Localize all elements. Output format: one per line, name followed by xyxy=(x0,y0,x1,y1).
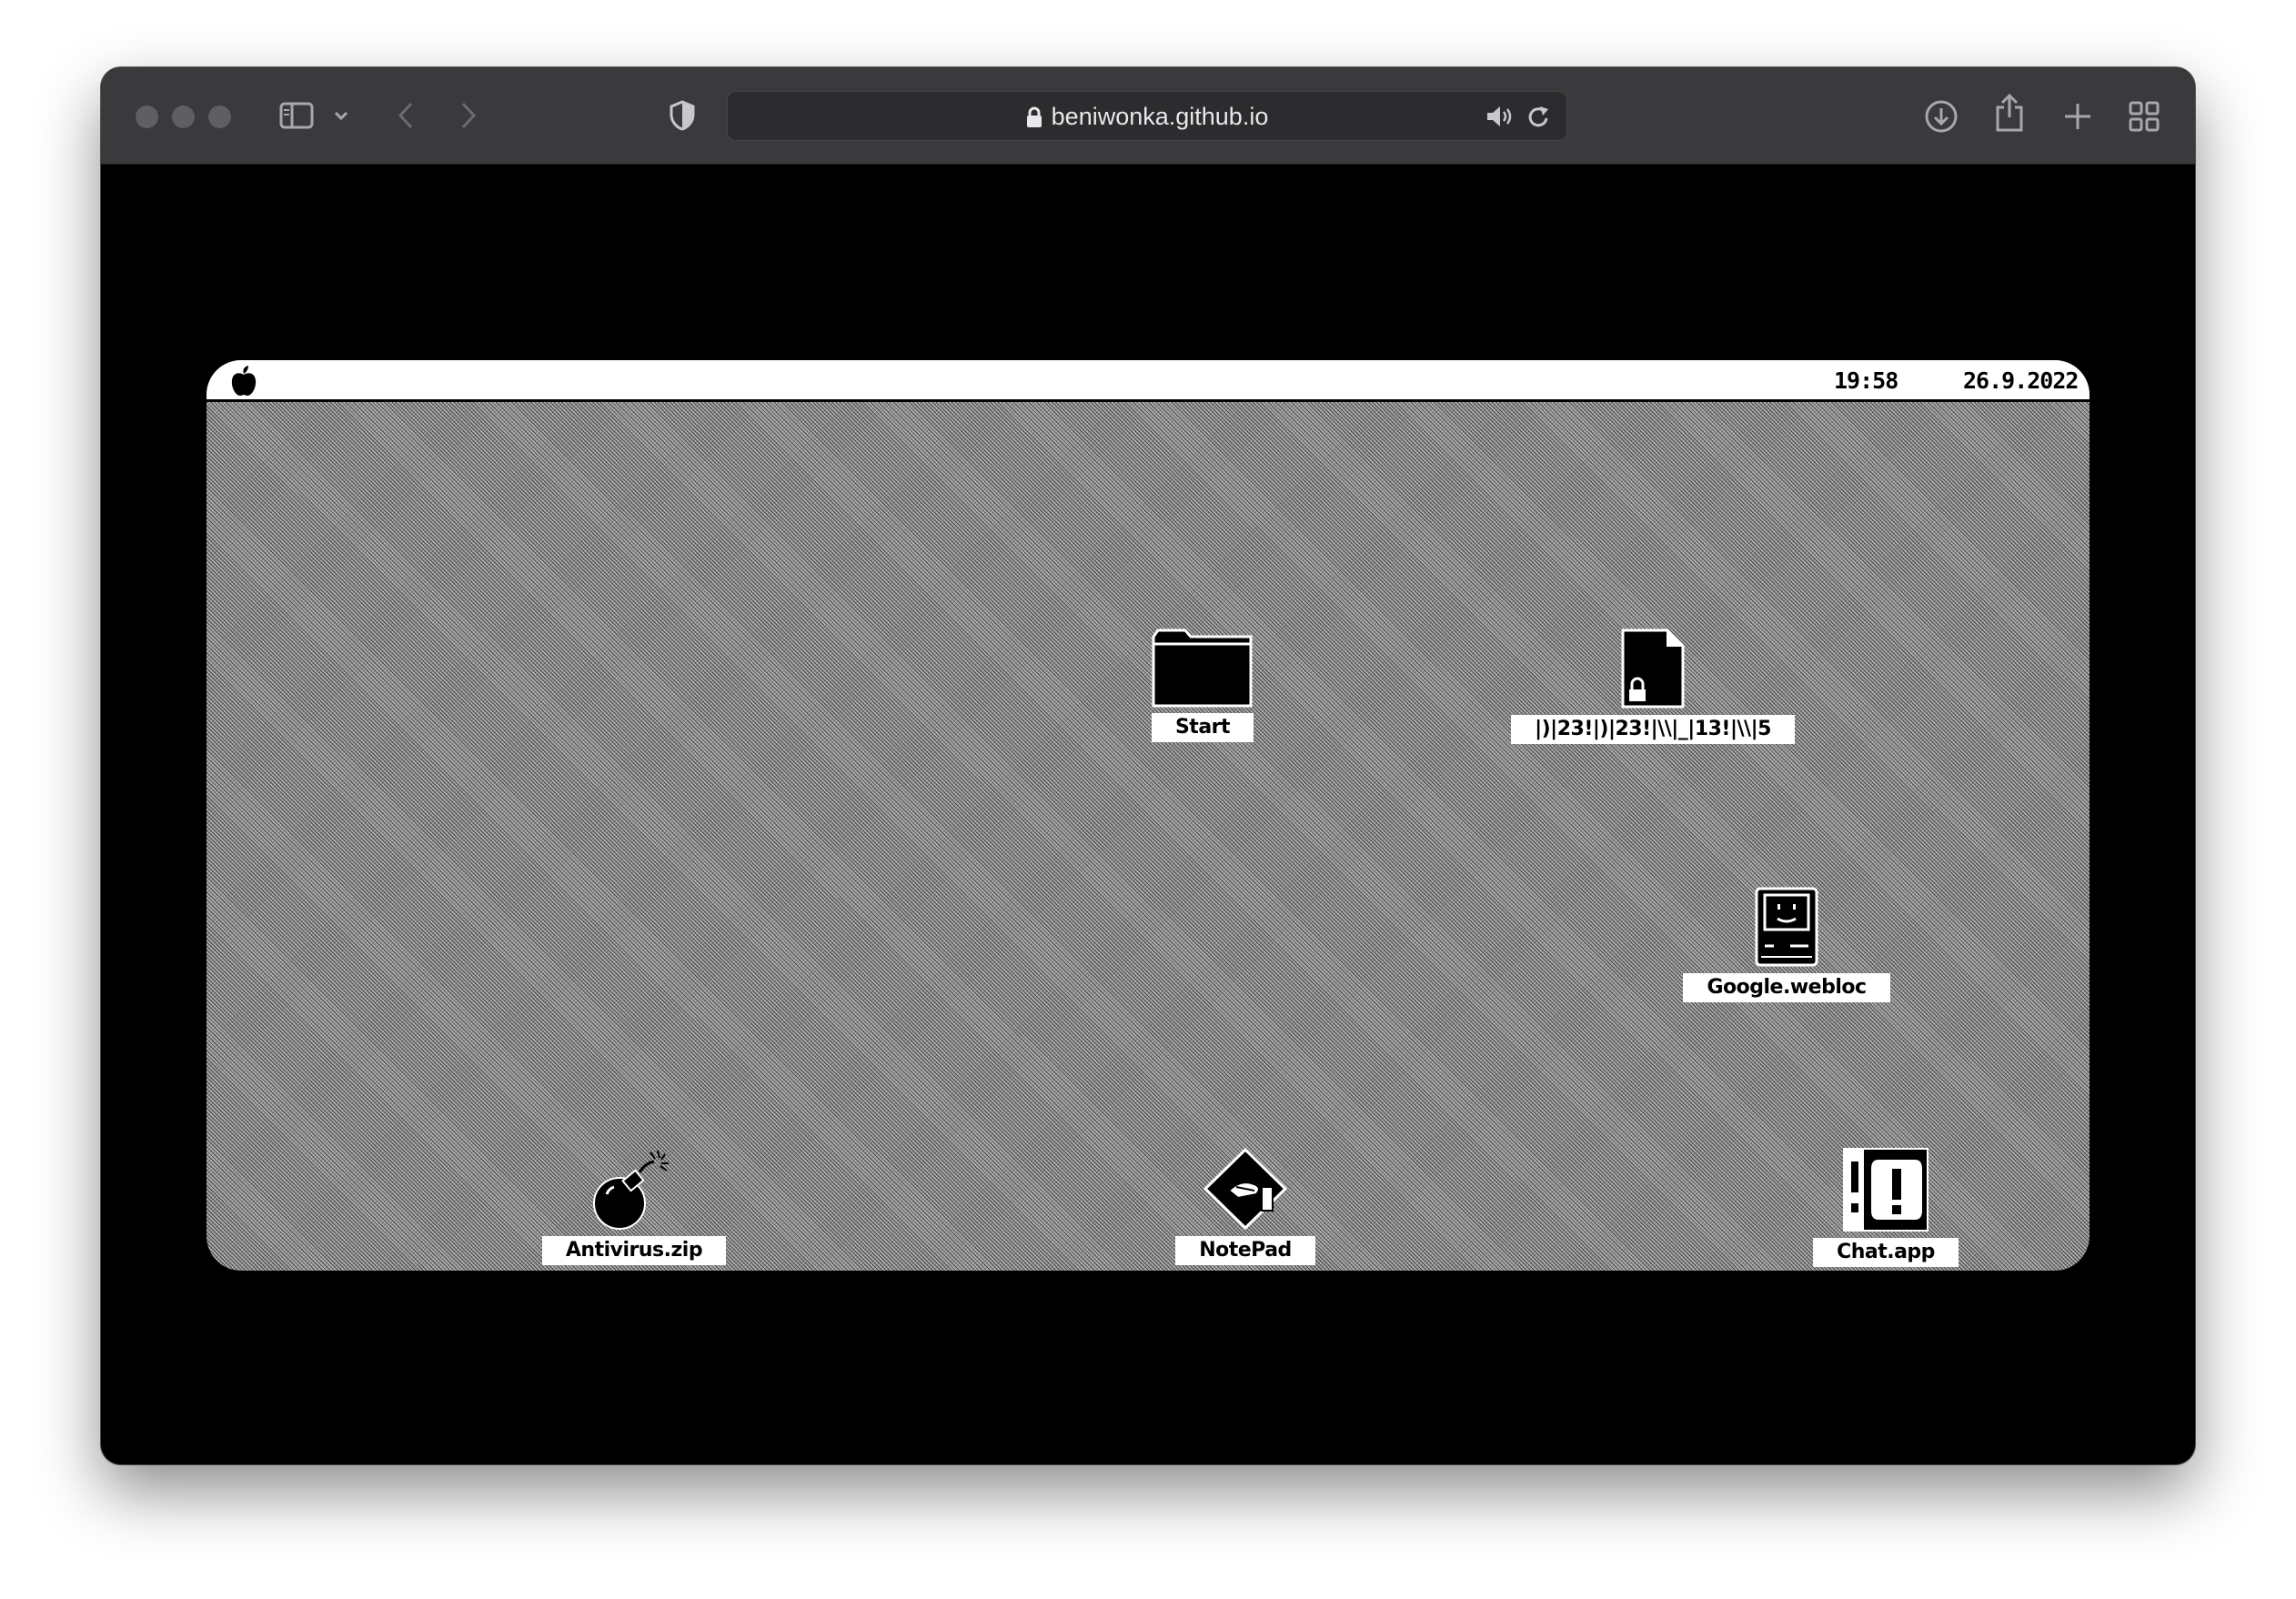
plus-icon[interactable] xyxy=(2061,100,2094,133)
notepad-icon xyxy=(1203,1147,1288,1231)
sidebar-icon[interactable] xyxy=(278,100,315,131)
desktop-icon-label: Chat.app xyxy=(1813,1238,1959,1267)
desktop-icon-label: Start xyxy=(1151,713,1254,742)
desktop-icon-antivirus-zip[interactable]: Antivirus.zip xyxy=(541,1147,727,1265)
browser-toolbar: beniwonka.github.io xyxy=(101,67,2195,165)
desktop-icon-notepad[interactable]: NotePad xyxy=(1173,1147,1318,1265)
desktop-icon-label: NotePad xyxy=(1175,1236,1315,1265)
desktop-icon-label: Google.webloc xyxy=(1683,973,1890,1002)
chevron-down-icon[interactable] xyxy=(332,106,350,126)
bomb-icon xyxy=(593,1150,669,1230)
desktop-icon-locked-document[interactable]: |)|23!|)|23!|\\|_|13!|\\|5 xyxy=(1511,628,1795,744)
address-bar[interactable]: beniwonka.github.io xyxy=(727,91,1567,141)
menu-bar: 19:58 26.9.2022 xyxy=(206,360,2090,402)
download-icon[interactable] xyxy=(1923,98,1959,135)
browser-window: beniwonka.github.io 19:58 26.9.2022 Star… xyxy=(101,67,2195,1464)
menu-date: 26.9.2022 xyxy=(1963,367,2079,394)
url-text: beniwonka.github.io xyxy=(1051,103,1269,130)
chevron-left-icon[interactable] xyxy=(392,100,419,131)
folder-icon xyxy=(1152,629,1253,708)
lock-icon xyxy=(1026,106,1042,128)
desktop-icon-google-webloc[interactable]: Google.webloc xyxy=(1683,886,1890,1002)
desktop-icon-start[interactable]: Start xyxy=(1148,628,1257,742)
desktop-icon-label: Antivirus.zip xyxy=(541,1236,727,1265)
close-window-button[interactable] xyxy=(136,106,158,128)
shield-icon[interactable] xyxy=(667,98,698,133)
happy-mac-icon xyxy=(1755,887,1818,967)
retro-desktop[interactable]: 19:58 26.9.2022 Start |)|23!|)|23!|\\|_|… xyxy=(206,360,2090,1271)
reload-icon[interactable] xyxy=(1525,103,1552,130)
speaker-icon[interactable] xyxy=(1485,103,1514,130)
zoom-window-button[interactable] xyxy=(208,106,231,128)
apple-logo[interactable] xyxy=(230,366,257,400)
minimize-window-button[interactable] xyxy=(172,106,195,128)
tab-overview-icon[interactable] xyxy=(2128,100,2160,133)
desktop-icon-chat-app[interactable]: Chat.app xyxy=(1813,1147,1959,1267)
chat-icon xyxy=(1843,1148,1928,1232)
locked-document-icon xyxy=(1621,629,1685,709)
chevron-right-icon[interactable] xyxy=(455,100,482,131)
share-icon[interactable] xyxy=(1993,93,2026,133)
menu-clock: 19:58 xyxy=(1834,367,1898,394)
desktop-icon-label: |)|23!|)|23!|\\|_|13!|\\|5 xyxy=(1511,715,1795,744)
